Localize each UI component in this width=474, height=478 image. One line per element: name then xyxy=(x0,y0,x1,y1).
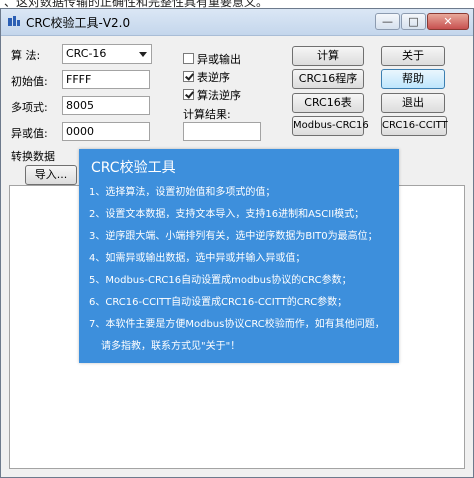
help-line: 3、逆序跟大端、小端排列有关，选中逆序数据为BIT0为最高位； xyxy=(89,231,378,242)
algo-reverse-label: 算法逆序 xyxy=(197,89,241,102)
background-text: 、这对数据传输的正确性和完整性具有重要意义。 xyxy=(4,0,269,8)
modbus-crc16-button[interactable]: Modbus-CRC16 xyxy=(292,116,369,136)
app-window: CRC校验工具-V2.0 — □ ✕ 算 法: CRC-16 初始值: FFFF… xyxy=(0,8,474,478)
window-title: CRC校验工具-V2.0 xyxy=(26,16,131,30)
exit-button[interactable]: 退出 xyxy=(381,93,445,113)
xor-output-checkbox[interactable] xyxy=(183,53,194,64)
algorithm-label: 算 法: xyxy=(11,49,41,62)
help-line: 1、选择算法，设置初始值和多项式的值； xyxy=(89,187,276,198)
crc16-program-button[interactable]: CRC16程序 xyxy=(292,69,364,89)
help-popup: CRC校验工具 1、选择算法，设置初始值和多项式的值； 2、设置文本数据，支持文… xyxy=(79,149,399,363)
crc16-table-button[interactable]: CRC16表 xyxy=(292,93,364,113)
data-section-label: 转换数据 xyxy=(11,150,55,163)
import-button[interactable]: 导入... xyxy=(25,165,77,185)
help-button[interactable]: 帮助 xyxy=(381,69,445,89)
xor-value-label: 异或值: xyxy=(11,127,48,140)
chevron-down-icon xyxy=(139,52,147,57)
poly-label: 多项式: xyxy=(11,101,48,114)
xor-output-label: 异或输出 xyxy=(197,53,241,66)
table-reverse-label: 表逆序 xyxy=(197,71,230,84)
help-line: 7、本软件主要是方便Modbus协议CRC校验而作，如有其他问题， xyxy=(89,319,385,330)
help-line: 2、设置文本数据，支持文本导入，支持16进制和ASCII模式； xyxy=(89,209,365,220)
close-button[interactable]: ✕ xyxy=(427,13,469,30)
title-bar[interactable]: CRC校验工具-V2.0 — □ ✕ xyxy=(1,9,473,36)
init-value-field[interactable]: FFFF xyxy=(62,70,150,89)
help-line: 5、Modbus-CRC16自动设置成modbus协议的CRC参数； xyxy=(89,275,352,286)
result-label: 计算结果: xyxy=(183,108,231,121)
algorithm-select[interactable]: CRC-16 xyxy=(62,44,152,64)
about-button[interactable]: 关于 xyxy=(381,46,445,66)
help-line: 6、CRC16-CCITT自动设置成CRC16-CCITT的CRC参数； xyxy=(89,297,348,308)
xor-value-field[interactable]: 0000 xyxy=(62,122,150,141)
help-line: 4、如需异或输出数据，选中异或并输入异或值； xyxy=(89,253,306,264)
background-text-strip: 、这对数据传输的正确性和完整性具有重要意义。 xyxy=(0,0,474,8)
algorithm-value: CRC-16 xyxy=(66,47,107,60)
result-field[interactable] xyxy=(183,122,261,141)
crc16-ccitt-button[interactable]: CRC16-CCITT xyxy=(381,116,448,136)
algo-reverse-checkbox[interactable] xyxy=(183,89,194,100)
init-value-label: 初始值: xyxy=(11,75,48,88)
calc-button[interactable]: 计算 xyxy=(292,46,364,66)
table-reverse-checkbox[interactable] xyxy=(183,71,194,82)
help-line: 请多指教，联系方式见"关于"！ xyxy=(101,341,241,352)
poly-field[interactable]: 8005 xyxy=(62,96,150,115)
help-popup-title: CRC校验工具 xyxy=(91,160,176,176)
app-icon xyxy=(8,16,20,26)
maximize-button[interactable]: □ xyxy=(401,13,426,30)
minimize-button[interactable]: — xyxy=(375,13,400,30)
